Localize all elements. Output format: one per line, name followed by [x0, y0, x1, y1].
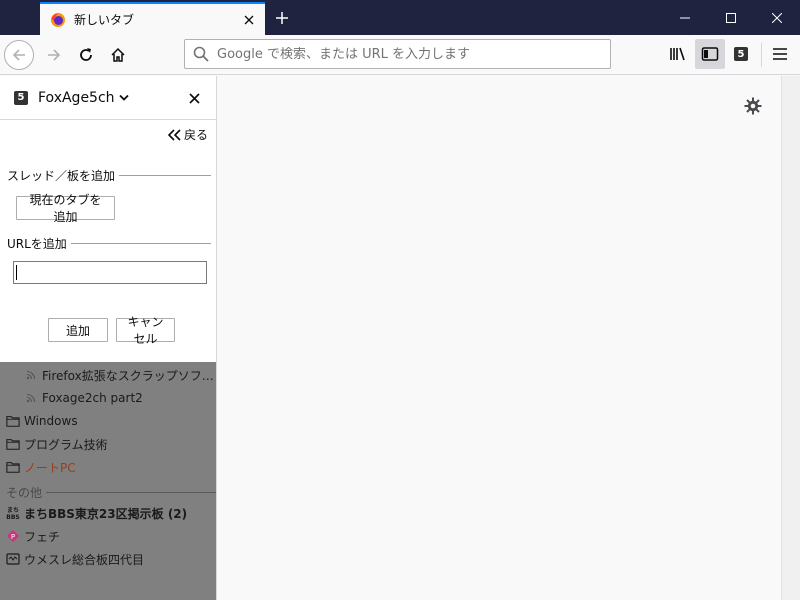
plus-icon — [276, 12, 288, 24]
other-group-label: その他 — [6, 484, 216, 501]
other-group-text: その他 — [6, 486, 43, 500]
section-divider — [119, 175, 211, 176]
sidebar-title: FoxAge5ch — [38, 89, 115, 106]
add-thread-section-text: スレッド／板を追加 — [7, 169, 116, 183]
tab-title: 新しいタブ — [74, 13, 135, 27]
new-tab-settings-button[interactable] — [743, 96, 763, 116]
add-url-input[interactable] — [13, 261, 207, 284]
list-item[interactable]: Firefox拡張なスクラップソフトScra... — [0, 364, 216, 386]
minimize-icon — [680, 17, 690, 18]
tab-new-tab[interactable]: 新しいタブ — [40, 2, 265, 35]
back-link[interactable]: 戻る — [167, 126, 208, 143]
list-item[interactable]: ノートPC — [0, 456, 216, 478]
folder-icon — [6, 437, 20, 451]
add-thread-section-label: スレッド／板を追加 — [7, 167, 211, 184]
sidebar-icon — [701, 47, 719, 61]
folder-icon — [6, 414, 20, 428]
sidebar-header[interactable]: 5 FoxAge5ch — [0, 76, 216, 120]
group-divider — [46, 492, 216, 493]
svg-text:BBS: BBS — [6, 514, 19, 520]
hamburger-menu-icon — [773, 48, 787, 60]
svg-text:P: P — [11, 533, 15, 541]
double-chevron-left-icon — [167, 128, 181, 141]
list-item-label: フェチ — [24, 529, 61, 544]
url-input[interactable] — [217, 46, 597, 62]
close-icon — [772, 12, 782, 23]
list-item-label: Firefox拡張なスクラップソフトScra... — [42, 368, 216, 383]
list-item-label: まちBBS東京23区掲示板 (2) — [24, 506, 188, 521]
navigation-bar: 5 — [0, 35, 800, 75]
maximize-icon — [726, 12, 736, 23]
library-icon — [670, 47, 685, 61]
add-button[interactable]: 追加 — [48, 318, 108, 342]
url-bar[interactable] — [184, 39, 611, 69]
minimize-button[interactable] — [662, 0, 708, 35]
back-button[interactable] — [4, 40, 34, 70]
list-item-label: Foxage2ch part2 — [42, 391, 143, 405]
folder-icon — [6, 460, 20, 474]
home-icon — [111, 47, 125, 62]
library-button[interactable] — [663, 39, 693, 69]
new-tab-page — [217, 76, 781, 600]
text-caret — [16, 265, 17, 280]
foxage-icon: 5 — [14, 90, 28, 105]
list-item[interactable]: P フェチ — [0, 525, 216, 547]
add-url-section-label: URLを追加 — [7, 235, 211, 252]
add-current-tab-button[interactable]: 現在のタブを追加 — [16, 193, 115, 224]
rss-icon — [24, 391, 38, 405]
page-scrollbar[interactable] — [781, 76, 800, 600]
list-item-label: Windows — [24, 414, 78, 428]
close-icon — [188, 92, 200, 104]
list-item[interactable]: まち BBS まちBBS東京23区掲示板 (2) — [0, 502, 216, 524]
chevron-down-icon — [118, 94, 129, 101]
arrow-right-icon — [48, 49, 61, 61]
board-icon — [6, 552, 20, 566]
add-url-section-text: URLを追加 — [7, 237, 67, 251]
pink-board-icon: P — [6, 529, 20, 543]
bookmark-tree-list: Firefox拡張なスクラップソフトScra... Foxage2ch part… — [0, 362, 216, 600]
foxage-badge-icon: 5 — [734, 47, 748, 61]
sidebar-close-button[interactable] — [182, 86, 206, 110]
maximize-button[interactable] — [708, 0, 754, 35]
rss-icon — [24, 368, 38, 382]
section-divider — [70, 243, 211, 244]
gear-icon — [744, 97, 762, 115]
svg-text:まち: まち — [7, 506, 19, 514]
arrow-left-icon — [12, 49, 25, 61]
sidebar-panel: 5 FoxAge5ch 戻る スレッド／板を追加 現在のタブを追加 URLを追加… — [0, 76, 217, 600]
title-bar: 新しいタブ — [0, 0, 800, 35]
close-icon — [244, 15, 254, 24]
list-item[interactable]: ウメスレ総合板四代目 — [0, 548, 216, 570]
firefox-icon — [51, 12, 65, 27]
list-item-label: ウメスレ総合板四代目 — [24, 552, 145, 567]
new-tab-button[interactable] — [268, 4, 296, 32]
reload-button[interactable] — [70, 39, 102, 71]
menu-button[interactable] — [765, 39, 795, 69]
home-button[interactable] — [102, 39, 134, 71]
sidebar-toggle-button[interactable] — [695, 39, 725, 69]
toolbar-separator — [761, 43, 762, 67]
foxage-toolbar-button[interactable]: 5 — [726, 39, 756, 69]
close-window-button[interactable] — [754, 0, 800, 35]
list-item-label: ノートPC — [24, 460, 76, 475]
cancel-button[interactable]: キャンセル — [116, 315, 175, 346]
list-item[interactable]: Windows — [0, 410, 216, 432]
list-item[interactable]: プログラム技術 — [0, 433, 216, 455]
back-label: 戻る — [183, 128, 208, 142]
search-icon — [193, 46, 209, 62]
forward-button[interactable] — [38, 39, 70, 71]
tab-close-button[interactable] — [237, 8, 261, 32]
list-item[interactable]: Foxage2ch part2 — [0, 387, 216, 409]
reload-icon — [80, 48, 92, 61]
bbs-icon: まち BBS — [6, 506, 20, 520]
list-item-label: プログラム技術 — [24, 437, 108, 452]
